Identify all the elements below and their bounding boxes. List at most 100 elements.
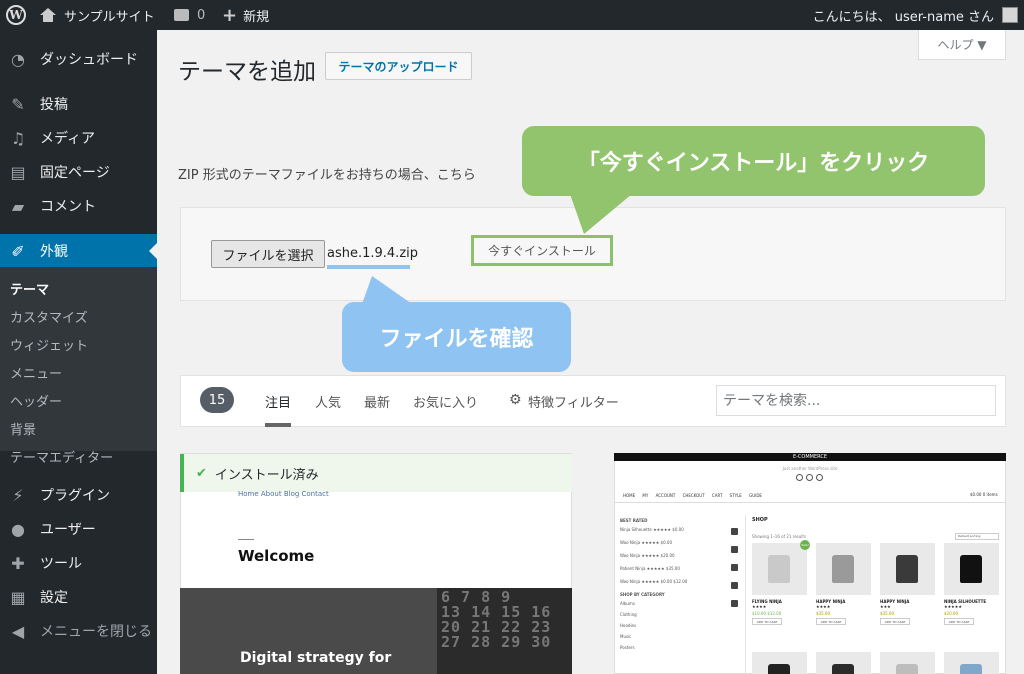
choose-file-button[interactable]: ファイルを選択 — [211, 240, 325, 268]
media-icon: ♫ — [10, 128, 26, 148]
collapse-icon: ◀ — [11, 621, 25, 641]
file-name-highlight — [327, 265, 410, 269]
sidebar-item-label: 外観 — [40, 244, 68, 260]
sidebar-item-label: メディア — [40, 131, 96, 147]
site-name-link[interactable]: サンプルサイト — [40, 0, 155, 30]
product-card: HAPPY NINJA ★★★ $35.00 ADD TO CART — [880, 543, 935, 625]
avatar[interactable] — [1002, 7, 1018, 23]
submenu-item-header[interactable]: ヘッダー — [10, 391, 62, 410]
sidebar-item-label: 固定ページ — [40, 165, 110, 181]
site-name: サンプルサイト — [64, 9, 155, 25]
category-item: Hoodies — [620, 623, 637, 628]
category-item: Music — [620, 634, 632, 639]
sidebar-item-posts[interactable]: ✎ 投稿 — [0, 87, 157, 121]
product-rating: ★★★ — [880, 604, 891, 609]
install-callout-pointer — [570, 194, 632, 234]
poster-icon — [960, 664, 982, 674]
settings-icon: ▦ — [10, 587, 26, 607]
tab-popular[interactable]: 人気 — [315, 392, 341, 411]
tshirt-icon — [832, 555, 854, 583]
submenu-item-themes[interactable]: テーマ — [10, 279, 49, 298]
sidebar-item-pages[interactable]: ▤ 固定ページ — [0, 155, 157, 189]
best-rated-item: Woo Ninja ★★★★★ $20.00 — [620, 553, 675, 558]
appearance-icon: ✐ — [11, 241, 25, 261]
feature-filter-button[interactable]: 特徴フィルター — [528, 392, 619, 411]
sidebar-item-dashboard[interactable]: ◔ ダッシュボード — [0, 42, 157, 76]
upload-theme-button[interactable]: テーマのアップロード — [325, 52, 472, 80]
submenu-item-theme-editor[interactable]: テーマエディター — [10, 447, 113, 466]
wordpress-logo-icon[interactable]: W — [6, 5, 26, 25]
best-rated-item: Patient Ninja ★★★★★ $35.00 — [620, 566, 680, 571]
poster-icon — [768, 555, 790, 583]
tools-icon: ✚ — [11, 553, 25, 573]
sidebar-item-label: 設定 — [40, 590, 68, 606]
sidebar-item-plugins[interactable]: ⚡ プラグイン — [0, 478, 157, 512]
account-link[interactable]: こんにちは、 user-name さん — [813, 0, 994, 30]
sidebar-item-tools[interactable]: ✚ ツール — [0, 546, 157, 580]
submenu-item-menus[interactable]: メニュー — [10, 363, 62, 382]
sidebar-item-settings[interactable]: ▦ 設定 — [0, 580, 157, 614]
theme-search-input[interactable] — [716, 385, 996, 416]
sale-badge: Sale! — [800, 540, 810, 550]
add-to-cart-button: ADD TO CART — [880, 618, 910, 625]
help-tab-button[interactable]: ヘルプ ▼ — [918, 30, 1006, 60]
theme1-welcome-heading: Welcome — [238, 547, 315, 565]
results-count: Showing 1–16 of 21 results — [752, 534, 807, 539]
dashboard-icon: ◔ — [11, 49, 25, 69]
comments-link[interactable]: 0 — [174, 0, 205, 30]
social-icon — [796, 474, 803, 481]
new-content-link[interactable]: + 新規 — [222, 0, 269, 30]
greeting-text: こんにちは、 user-name さん — [812, 9, 994, 25]
best-rated-item: Ninja Silhouette ★★★★★ $0.00 — [620, 527, 684, 532]
admin-bar: W サンプルサイト 0 + 新規 こんにちは、 user-name さん — [0, 0, 1024, 30]
product-thumb — [731, 546, 738, 553]
product-price: $10.00 $12.00 — [752, 611, 782, 616]
installed-notice: ✔ インストール済み — [180, 454, 572, 492]
sidebar-item-label: ツール — [40, 556, 82, 572]
sidebar-item-media[interactable]: ♫ メディア — [0, 121, 157, 155]
product-card: HAPPY NINJA ★★★★ $35.00 ADD TO CART — [816, 543, 871, 625]
product-image: Sale! — [752, 540, 810, 595]
product-thumb — [731, 564, 738, 571]
best-rated-title: BEST RATED — [620, 518, 648, 523]
sidebar-item-appearance[interactable]: ✐ 外観 — [0, 234, 157, 268]
theme-count-badge: 15 — [200, 387, 234, 413]
gear-icon[interactable]: ⚙ — [509, 392, 522, 408]
theme2-cart: $0.00 0 items — [970, 492, 998, 497]
upload-instruction: ZIP 形式のテーマファイルをお持ちの場合、こちら — [178, 168, 476, 183]
tab-favorites[interactable]: お気に入り — [413, 392, 478, 411]
product-image — [880, 543, 935, 595]
sidebar-item-comments[interactable]: ▰ コメント — [0, 189, 157, 223]
social-icon — [806, 474, 813, 481]
submenu-item-customize[interactable]: カスタマイズ — [10, 307, 88, 326]
product-thumb — [731, 582, 738, 589]
category-title: SHOP BY CATEGORY — [620, 592, 665, 597]
admin-sidebar: ◔ ダッシュボード ✎ 投稿 ♫ メディア ▤ 固定ページ ▰ コメント ✐ 外… — [0, 30, 157, 674]
product-rating: ★★★★ — [816, 604, 831, 609]
theme2-divider — [614, 502, 1006, 503]
install-now-button[interactable]: 今すぐインストール — [471, 235, 613, 266]
social-icon — [816, 474, 823, 481]
tab-featured[interactable]: 注目 — [265, 392, 291, 411]
category-item: Albums — [620, 601, 635, 606]
hoodie-icon — [768, 664, 790, 674]
category-item: Clothing — [620, 612, 637, 617]
best-rated-item: Woo Ninja ★★★★★ $0.00 — [620, 540, 673, 545]
product-image — [880, 652, 935, 674]
submenu-item-widgets[interactable]: ウィジェット — [10, 335, 88, 354]
tshirt-icon — [896, 664, 918, 674]
active-tab-indicator — [265, 423, 291, 427]
product-card: Sale! FLYING NINJA ★★★★ $10.00 $12.00 AD… — [752, 540, 810, 625]
pages-icon: ▤ — [10, 162, 26, 182]
product-card: NINJA SILHOUETTE ★★★★★ $20.00 ADD TO CAR… — [944, 543, 999, 625]
product-price: $20.00 — [944, 611, 958, 616]
install-callout: 「今すぐインストール」をクリック — [522, 126, 985, 196]
collapse-menu-button[interactable]: ◀ メニューを閉じる — [0, 614, 157, 648]
theme1-hero-text: Digital strategy for — [240, 650, 392, 666]
sidebar-item-label: コメント — [40, 199, 96, 215]
tab-latest[interactable]: 最新 — [364, 392, 390, 411]
submenu-item-background[interactable]: 背景 — [10, 419, 36, 438]
theme2-column-divider — [745, 515, 746, 674]
product-image — [944, 543, 999, 595]
sidebar-item-users[interactable]: ● ユーザー — [0, 512, 157, 546]
